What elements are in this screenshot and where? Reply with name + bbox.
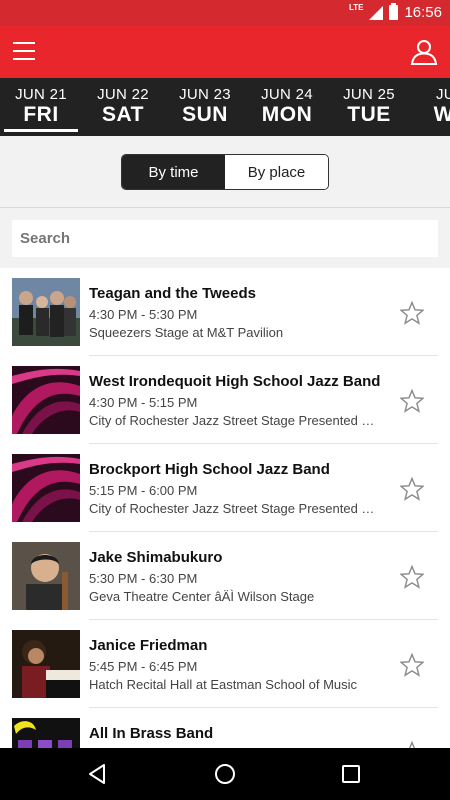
- app-bar: [0, 26, 450, 78]
- view-toggle: By time By place: [121, 154, 329, 190]
- event-place: Geva Theatre Center âÄÌ Wilson Stage: [89, 589, 315, 604]
- event-title: West Irondequoit High School Jazz Band: [89, 373, 381, 390]
- date-label: JUN 22: [97, 86, 149, 103]
- date-label: JUN 25: [343, 86, 395, 103]
- event-title: Jake Shimabukuro: [89, 549, 223, 566]
- event-thumbnail: [12, 630, 80, 698]
- date-selector: JUN 21 FRI JUN 22 SAT JUN 23 SUN JUN 24 …: [0, 78, 450, 136]
- battery-icon: [389, 3, 399, 20]
- system-nav-bar: [0, 748, 450, 800]
- event-thumbnail: [12, 454, 80, 522]
- event-place: Squeezers Stage at M&T Pavilion: [89, 325, 284, 340]
- star-icon[interactable]: [400, 653, 424, 677]
- hamburger-menu-icon[interactable]: [13, 42, 35, 62]
- date-tab-jun-25[interactable]: JUN 25 TUE: [328, 78, 410, 136]
- date-tab-jun-26[interactable]: JUN WE: [410, 78, 450, 136]
- event-title: Brockport High School Jazz Band: [89, 461, 330, 478]
- day-label: SAT: [102, 103, 144, 126]
- event-time: 5:30 PM - 6:30 PM: [89, 571, 198, 586]
- event-time: 4:30 PM - 5:15 PM: [89, 395, 198, 410]
- list-item[interactable]: Jake Shimabukuro 5:30 PM - 6:30 PM Geva …: [0, 532, 450, 620]
- event-time: 4:30 PM - 5:30 PM: [89, 307, 198, 322]
- star-icon[interactable]: [400, 301, 424, 325]
- star-icon[interactable]: [400, 389, 424, 413]
- list-item[interactable]: West Irondequoit High School Jazz Band 4…: [0, 356, 450, 444]
- day-label: FRI: [23, 103, 59, 126]
- star-icon[interactable]: [400, 741, 424, 748]
- search-input[interactable]: [12, 220, 438, 257]
- date-tab-jun-23[interactable]: JUN 23 SUN: [164, 78, 246, 136]
- back-triangle-icon[interactable]: [86, 762, 110, 786]
- event-place: City of Rochester Jazz Street Stage Pres…: [89, 501, 381, 516]
- user-profile-icon[interactable]: [410, 38, 438, 66]
- event-title: Teagan and the Tweeds: [89, 285, 256, 302]
- date-label: JUN 21: [15, 86, 67, 103]
- date-label: JUN: [435, 86, 450, 103]
- home-circle-icon[interactable]: [213, 762, 237, 786]
- date-tab-jun-22[interactable]: JUN 22 SAT: [82, 78, 164, 136]
- event-place: City of Rochester Jazz Street Stage Pres…: [89, 413, 381, 428]
- event-place: Hatch Recital Hall at Eastman School of …: [89, 677, 358, 692]
- date-tab-jun-21[interactable]: JUN 21 FRI: [0, 78, 82, 136]
- date-tab-jun-24[interactable]: JUN 24 MON: [246, 78, 328, 136]
- star-icon[interactable]: [400, 565, 424, 589]
- event-time: 5:45 PM - 6:45 PM: [89, 659, 198, 674]
- list-item[interactable]: All In Brass Band: [0, 708, 450, 748]
- event-thumbnail: [12, 366, 80, 434]
- event-thumbnail: [12, 718, 80, 748]
- date-label: JUN 23: [179, 86, 231, 103]
- recents-square-icon[interactable]: [339, 762, 363, 786]
- list-item[interactable]: Janice Friedman 5:45 PM - 6:45 PM Hatch …: [0, 620, 450, 708]
- network-type: LTE: [348, 3, 364, 12]
- by-time-button[interactable]: By time: [122, 155, 225, 189]
- event-title: All In Brass Band: [89, 725, 214, 742]
- star-icon[interactable]: [400, 477, 424, 501]
- event-thumbnail: [12, 278, 80, 346]
- signal-icon: [369, 5, 384, 20]
- day-label: MON: [261, 103, 313, 126]
- status-time: 16:56: [404, 4, 442, 21]
- event-time: 5:15 PM - 6:00 PM: [89, 483, 198, 498]
- event-list: Teagan and the Tweeds 4:30 PM - 5:30 PM …: [0, 268, 450, 748]
- divider: [0, 207, 450, 208]
- status-icons: LTE 16:56: [348, 3, 442, 21]
- status-bar: LTE 16:56: [0, 0, 450, 26]
- list-item[interactable]: Teagan and the Tweeds 4:30 PM - 5:30 PM …: [0, 268, 450, 356]
- day-label: SUN: [182, 103, 228, 126]
- day-label: WE: [433, 103, 450, 126]
- date-label: JUN 24: [261, 86, 313, 103]
- by-place-button[interactable]: By place: [225, 155, 328, 189]
- list-item[interactable]: Brockport High School Jazz Band 5:15 PM …: [0, 444, 450, 532]
- event-title: Janice Friedman: [89, 637, 208, 654]
- day-label: TUE: [347, 103, 391, 126]
- event-thumbnail: [12, 542, 80, 610]
